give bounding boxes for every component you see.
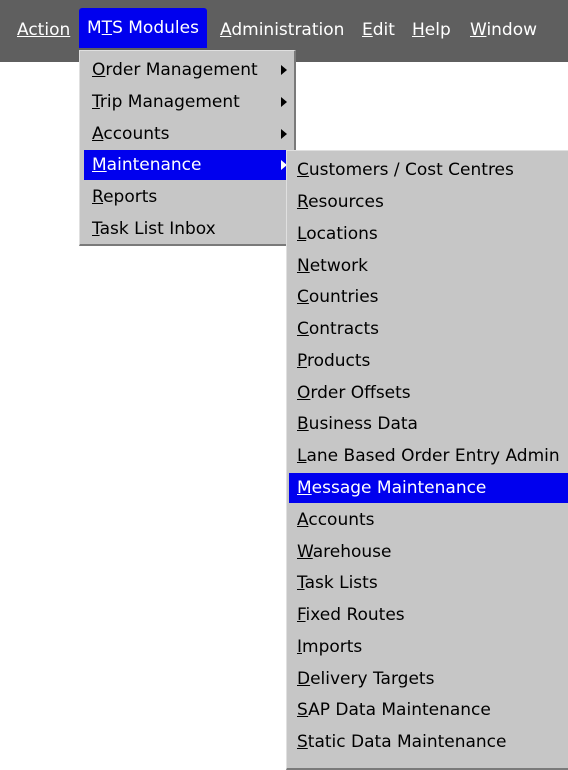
menu-item-static-data-maintenance[interactable]: Static Data Maintenance bbox=[289, 727, 568, 757]
menu-action[interactable]: Action bbox=[17, 13, 70, 47]
menu-item-label: Business Data bbox=[297, 414, 418, 434]
menu-item-label: Trip Management bbox=[92, 92, 240, 112]
menu-item-sap-data-maintenance[interactable]: SAP Data Maintenance bbox=[289, 695, 568, 725]
menu-item-label: Contracts bbox=[297, 319, 379, 339]
menu-item-label: Lane Based Order Entry Admin bbox=[297, 446, 560, 466]
menu-window-label: Window bbox=[470, 20, 538, 40]
menu-action-mnemonic: Action bbox=[17, 20, 71, 40]
maintenance-submenu: Customers / Cost Centres Resources Locat… bbox=[286, 150, 568, 770]
menu-item-label: Warehouse bbox=[297, 542, 392, 562]
menu-item-customers-cost-centres[interactable]: Customers / Cost Centres bbox=[289, 155, 568, 185]
menu-item-task-lists[interactable]: Task Lists bbox=[289, 568, 568, 598]
menu-item-trip-management[interactable]: Trip Management bbox=[84, 87, 289, 117]
menu-item-warehouse[interactable]: Warehouse bbox=[289, 537, 568, 567]
menu-administration[interactable]: Administration bbox=[220, 13, 344, 47]
menu-item-locations[interactable]: Locations bbox=[289, 219, 568, 249]
menu-item-label: Reports bbox=[92, 187, 158, 207]
menu-item-task-list-inbox[interactable]: Task List Inbox bbox=[84, 214, 289, 244]
menu-item-accounts[interactable]: Accounts bbox=[289, 505, 568, 535]
menu-edit-label: Edit bbox=[362, 20, 395, 40]
menu-item-label: Locations bbox=[297, 224, 378, 244]
menu-item-business-data[interactable]: Business Data bbox=[289, 409, 568, 439]
menu-help[interactable]: Help bbox=[412, 13, 451, 47]
menu-item-label: Order Management bbox=[92, 60, 258, 80]
menu-item-label: Accounts bbox=[297, 510, 375, 530]
menu-help-label: Help bbox=[412, 20, 451, 40]
menu-item-label: Maintenance bbox=[92, 155, 202, 175]
menu-item-message-maintenance[interactable]: Message Maintenance bbox=[289, 473, 568, 503]
menu-item-fixed-routes[interactable]: Fixed Routes bbox=[289, 600, 568, 630]
submenu-arrow-icon bbox=[281, 129, 287, 139]
menu-item-label: SAP Data Maintenance bbox=[297, 700, 491, 720]
submenu-arrow-icon bbox=[281, 97, 287, 107]
menu-item-label: Imports bbox=[297, 637, 363, 657]
menu-administration-label: Administration bbox=[220, 20, 345, 40]
mts-modules-menu: Order Management Trip Management Account… bbox=[79, 50, 296, 246]
menu-item-reports[interactable]: Reports bbox=[84, 182, 289, 212]
menu-item-label: Delivery Targets bbox=[297, 669, 435, 689]
menu-item-label: Products bbox=[297, 351, 371, 371]
menu-item-maintenance[interactable]: Maintenance bbox=[84, 150, 289, 180]
menu-item-accounts[interactable]: Accounts bbox=[84, 119, 289, 149]
menu-item-imports[interactable]: Imports bbox=[289, 632, 568, 662]
menu-item-label: Order Offsets bbox=[297, 383, 411, 403]
menu-window[interactable]: Window bbox=[470, 13, 537, 47]
menu-item-products[interactable]: Products bbox=[289, 346, 568, 376]
menu-item-label: Task Lists bbox=[297, 573, 378, 593]
menu-item-label: Message Maintenance bbox=[297, 478, 487, 498]
menu-item-label: Customers / Cost Centres bbox=[297, 160, 514, 180]
menu-item-resources[interactable]: Resources bbox=[289, 187, 568, 217]
submenu-arrow-icon bbox=[281, 65, 287, 75]
menu-edit[interactable]: Edit bbox=[362, 13, 395, 47]
menu-item-delivery-targets[interactable]: Delivery Targets bbox=[289, 664, 568, 694]
menu-item-label: Fixed Routes bbox=[297, 605, 405, 625]
menu-item-lane-based-order-entry-admin[interactable]: Lane Based Order Entry Admin bbox=[289, 441, 568, 471]
menu-item-order-management[interactable]: Order Management bbox=[84, 55, 289, 85]
menu-item-label: Network bbox=[297, 256, 368, 276]
menu-item-label: Static Data Maintenance bbox=[297, 732, 507, 752]
menu-item-label: Countries bbox=[297, 287, 379, 307]
menu-item-order-offsets[interactable]: Order Offsets bbox=[289, 378, 568, 408]
menu-item-contracts[interactable]: Contracts bbox=[289, 314, 568, 344]
menu-item-network[interactable]: Network bbox=[289, 251, 568, 281]
menu-mts-modules-label: MTS Modules bbox=[87, 18, 199, 38]
menu-item-label: Task List Inbox bbox=[92, 219, 216, 239]
menu-item-label: Resources bbox=[297, 192, 384, 212]
menu-item-label: Accounts bbox=[92, 124, 170, 144]
menu-item-countries[interactable]: Countries bbox=[289, 282, 568, 312]
menu-mts-modules[interactable]: MTS Modules bbox=[79, 8, 207, 48]
